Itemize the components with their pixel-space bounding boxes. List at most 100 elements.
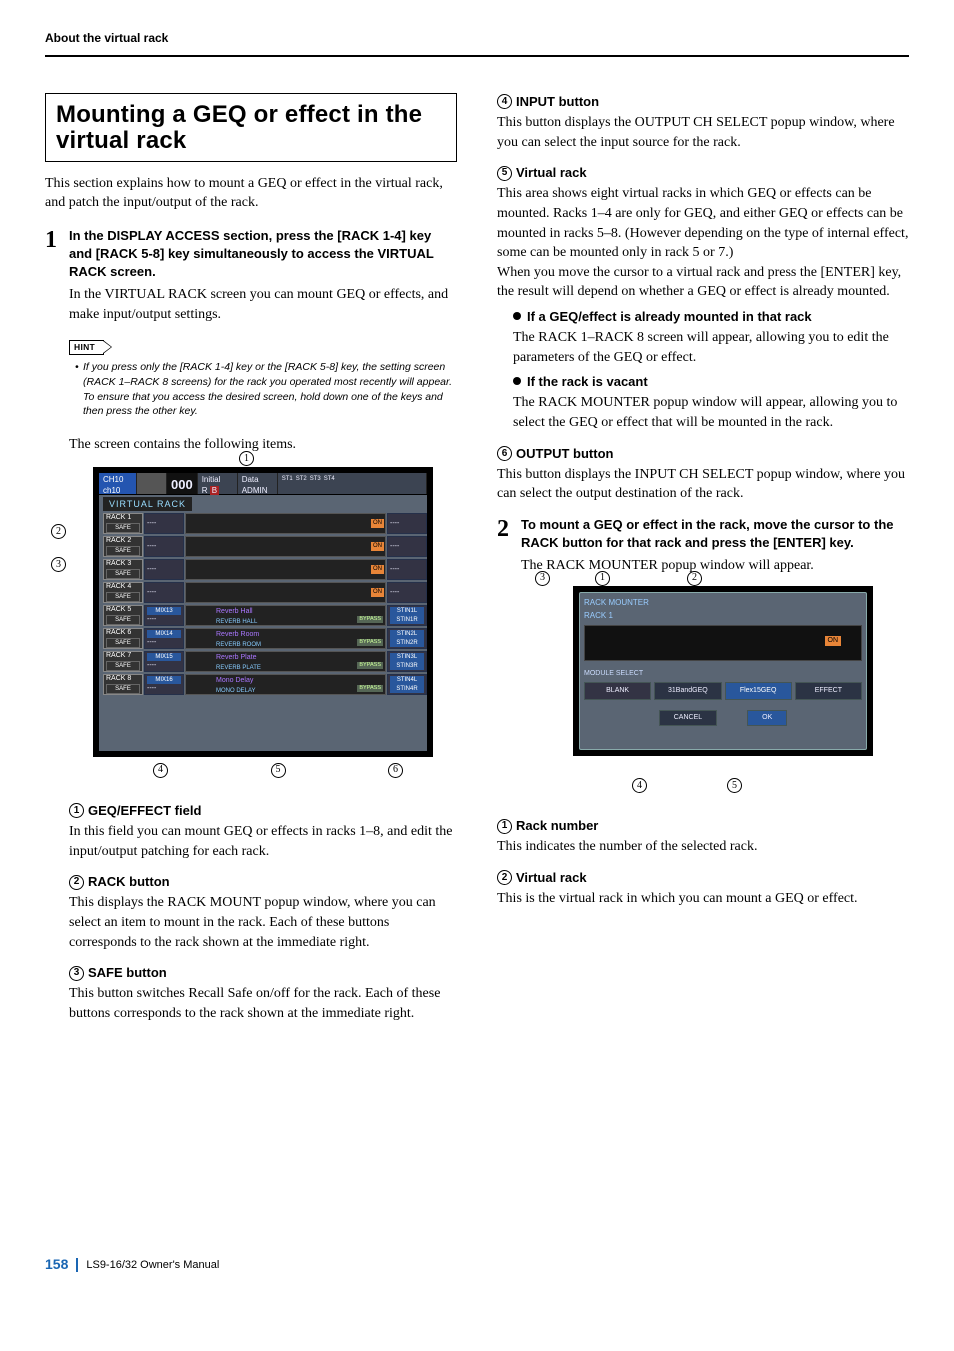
rack-button[interactable]: RACK 1SAFE xyxy=(103,513,143,534)
output-button[interactable]: STIN4LSTIN4R xyxy=(387,674,427,695)
item-header: 5 Virtual rack xyxy=(497,164,909,182)
item-body: In this field you can mount GEQ or effec… xyxy=(69,822,457,861)
effect-slot[interactable]: Reverb HallREVERB HALLBYPASS xyxy=(185,605,386,626)
callout-2: 2 xyxy=(51,524,66,539)
hint-tag: HINT xyxy=(69,340,104,356)
item-body: This displays the RACK MOUNT popup windo… xyxy=(69,893,457,952)
input-button[interactable]: MIX13---- xyxy=(144,605,184,626)
callout-s2-3: 3 xyxy=(535,571,550,586)
item-title: OUTPUT button xyxy=(516,445,613,463)
item-number: 6 xyxy=(497,446,512,461)
bullet-body: The RACK 1–RACK 8 screen will appear, al… xyxy=(513,328,909,367)
item-header: 2Virtual rack xyxy=(497,869,909,887)
callout-6: 6 xyxy=(388,763,403,778)
popup-rack-number: RACK 1 xyxy=(584,610,862,621)
callout-3: 3 xyxy=(51,557,66,572)
numbered-item: 2Virtual rack This is the virtual rack in… xyxy=(497,869,909,909)
input-button[interactable]: MIX14---- xyxy=(144,628,184,649)
item-body: This button switches Recall Safe on/off … xyxy=(69,984,457,1023)
item-header: 1Rack number xyxy=(497,817,909,835)
item-number: 3 xyxy=(69,966,84,981)
bullet-body: The RACK MOUNTER popup window will appea… xyxy=(513,393,909,432)
effect-slot[interactable]: ON xyxy=(185,513,386,534)
input-button[interactable]: ---- xyxy=(144,582,184,603)
numbered-item: 3SAFE buttonThis button switches Recall … xyxy=(69,964,457,1023)
numbered-item: 5 Virtual rack This area shows eight virtu… xyxy=(497,164,909,433)
popup-title: RACK MOUNTER xyxy=(584,597,862,608)
output-button[interactable]: ---- xyxy=(387,536,427,557)
item-number: 2 xyxy=(69,875,84,890)
popup-rack-slot[interactable]: ON xyxy=(584,625,862,661)
effect-slot[interactable]: Reverb PlateREVERB PLATEBYPASS xyxy=(185,651,386,672)
item-body: This button displays the OUTPUT CH SELEC… xyxy=(497,113,909,152)
output-button[interactable]: STIN2LSTIN2R xyxy=(387,628,427,649)
rack-row: RACK 2SAFE----ON---- xyxy=(103,536,427,557)
step-description: In the VIRTUAL RACK screen you can mount… xyxy=(69,285,457,324)
rack-button[interactable]: RACK 2SAFE xyxy=(103,536,143,557)
module-31band-button[interactable]: 31BandGEQ xyxy=(654,682,721,700)
ok-button[interactable]: OK xyxy=(747,710,787,726)
numbered-item: 1Rack number This indicates the number of… xyxy=(497,817,909,857)
step-title: In the DISPLAY ACCESS section, press the… xyxy=(69,227,457,282)
rack-row: RACK 5SAFEMIX13----Reverb HallREVERB HAL… xyxy=(103,605,427,626)
output-button[interactable]: ---- xyxy=(387,559,427,580)
screenshot-2-wrap: 3 1 2 RACK MOUNTER RACK 1 ON MODULE SELE… xyxy=(537,586,909,793)
item-title: Virtual rack xyxy=(516,164,587,182)
item-number: 1 xyxy=(69,803,84,818)
hint-block: HINT • If you press only the [RACK 1-4] … xyxy=(69,337,457,420)
rack-button[interactable]: RACK 8SAFE xyxy=(103,674,143,695)
effect-slot[interactable]: ON xyxy=(185,536,386,557)
item-body: This button displays the INPUT CH SELECT… xyxy=(497,465,909,504)
item-body: This area shows eight virtual racks in w… xyxy=(497,184,909,302)
rack-row: RACK 3SAFE----ON---- xyxy=(103,559,427,580)
bullet-title: If a GEQ/effect is already mounted in th… xyxy=(527,308,812,326)
item-number: 5 xyxy=(497,166,512,181)
input-button[interactable]: ---- xyxy=(144,559,184,580)
solid-bullet-icon xyxy=(513,312,521,320)
hint-bullet: • xyxy=(75,360,83,419)
input-button[interactable]: MIX15---- xyxy=(144,651,184,672)
item-title: GEQ/EFFECT field xyxy=(88,802,201,820)
step-title: To mount a GEQ or effect in the rack, mo… xyxy=(521,516,909,552)
input-button[interactable]: ---- xyxy=(144,536,184,557)
step-2: 2 To mount a GEQ or effect in the rack, … xyxy=(497,516,909,576)
input-button[interactable]: MIX16---- xyxy=(144,674,184,695)
callout-4: 4 xyxy=(153,763,168,778)
module-blank-button[interactable]: BLANK xyxy=(584,682,651,700)
step-number: 2 xyxy=(497,516,521,576)
module-effect-button[interactable]: EFFECT xyxy=(795,682,862,700)
rack-button[interactable]: RACK 5SAFE xyxy=(103,605,143,626)
item-header: 1 GEQ/EFFECT field xyxy=(69,802,457,820)
effect-slot[interactable]: ON xyxy=(185,582,386,603)
rack-button[interactable]: RACK 4SAFE xyxy=(103,582,143,603)
page-number: 158 xyxy=(45,1255,68,1275)
step-description: The RACK MOUNTER popup window will appea… xyxy=(521,556,909,576)
item-body: This indicates the number of the selecte… xyxy=(497,837,909,857)
output-button[interactable]: ---- xyxy=(387,582,427,603)
output-button[interactable]: STIN1LSTIN1R xyxy=(387,605,427,626)
item-body: This is the virtual rack in which you ca… xyxy=(497,889,909,909)
numbered-item: 1 GEQ/EFFECT field In this field you can m… xyxy=(69,802,457,861)
bullet-heading: If a GEQ/effect is already mounted in th… xyxy=(513,308,909,326)
on-badge: ON xyxy=(825,636,842,646)
virtual-rack-screenshot: CH10ch10 000 InitialR B DataADMIN ST1 ST… xyxy=(93,467,433,757)
effect-slot[interactable]: ON xyxy=(185,559,386,580)
rack-button[interactable]: RACK 6SAFE xyxy=(103,628,143,649)
bullet-title: If the rack is vacant xyxy=(527,373,648,391)
input-button[interactable]: ---- xyxy=(144,513,184,534)
numbered-item: 6 OUTPUT button This button displays the I… xyxy=(497,445,909,504)
module-select-label: MODULE SELECT xyxy=(584,669,862,679)
effect-slot[interactable]: Reverb RoomREVERB ROOMBYPASS xyxy=(185,628,386,649)
output-button[interactable]: STIN3LSTIN3R xyxy=(387,651,427,672)
output-button[interactable]: ---- xyxy=(387,513,427,534)
cancel-button[interactable]: CANCEL xyxy=(659,710,717,726)
rack-row: RACK 6SAFEMIX14----Reverb RoomREVERB ROO… xyxy=(103,628,427,649)
rack-button[interactable]: RACK 3SAFE xyxy=(103,559,143,580)
effect-slot[interactable]: Mono DelayMONO DELAYBYPASS xyxy=(185,674,386,695)
rack-row: RACK 4SAFE----ON---- xyxy=(103,582,427,603)
rack-button[interactable]: RACK 7SAFE xyxy=(103,651,143,672)
module-flex15-button[interactable]: Flex15GEQ xyxy=(725,682,792,700)
callout-5: 5 xyxy=(271,763,286,778)
numbered-item: 2RACK buttonThis displays the RACK MOUNT… xyxy=(69,873,457,952)
tab-virtual-rack[interactable]: VIRTUAL RACK xyxy=(103,497,192,512)
